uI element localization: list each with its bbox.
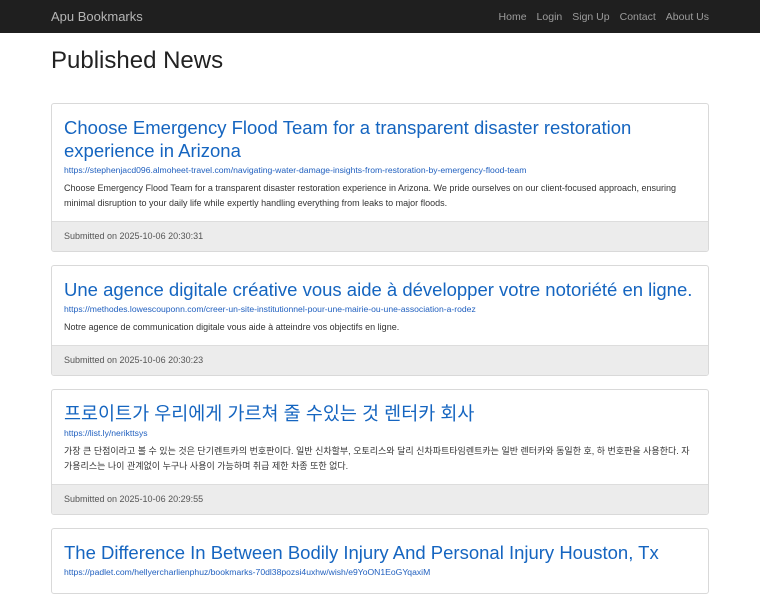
nav-signup-link[interactable]: Sign Up [572,11,609,23]
news-card: Une agence digitale créative vous aide à… [51,265,709,376]
brand-link[interactable]: Apu Bookmarks [51,9,143,24]
news-description: Notre agence de communication digitale v… [64,322,400,332]
news-card: The Difference In Between Bodily Injury … [51,528,709,594]
page-title: Published News [51,47,224,74]
card-body: Choose Emergency Flood Team for a transp… [52,104,708,221]
top-navbar: Apu Bookmarks Home Login Sign Up Contact… [0,0,760,33]
news-description: Choose Emergency Flood Team for a transp… [64,183,676,208]
news-url-link[interactable]: https://padlet.com/hellyercharlienphuz/b… [64,566,696,579]
news-card: 프로이트가 우리에게 가르쳐 줄 수있는 것 렌터카 회사 https://li… [51,389,709,515]
card-body: 프로이트가 우리에게 가르쳐 줄 수있는 것 렌터카 회사 https://li… [52,390,708,484]
news-url-link[interactable]: https://list.ly/neriktts​ys [64,427,696,440]
news-card: Choose Emergency Flood Team for a transp… [51,103,709,252]
submitted-timestamp: Submitted on 2025-10-06 20:30:31 [52,221,708,251]
nav-login-link[interactable]: Login [537,11,563,23]
submitted-timestamp: Submitted on 2025-10-06 20:30:23 [52,345,708,375]
news-title-link[interactable]: 프로이트가 우리에게 가르쳐 줄 수있는 것 렌터카 회사 [64,402,696,425]
news-title-link[interactable]: Choose Emergency Flood Team for a transp… [64,116,696,162]
nav-home-link[interactable]: Home [499,11,527,23]
news-title-link[interactable]: Une agence digitale créative vous aide à… [64,278,696,301]
news-title-link[interactable]: The Difference In Between Bodily Injury … [64,541,696,564]
news-url-link[interactable]: https://methodes.lowescouponn.com/creer-… [64,303,696,316]
card-body: The Difference In Between Bodily Injury … [52,529,708,593]
main-container: Published News Choose Emergency Flood Te… [0,47,760,594]
nav-links: Home Login Sign Up Contact About Us [499,11,709,23]
news-url-link[interactable]: https://stephenjacd096.almoheet-travel.c… [64,164,696,177]
news-description: 가장 큰 단점이라고 볼 수 있는 것은 단기렌트카의 번호판이다. 일반 신차… [64,446,690,471]
nav-contact-link[interactable]: Contact [620,11,656,23]
nav-about-link[interactable]: About Us [666,11,709,23]
submitted-timestamp: Submitted on 2025-10-06 20:29:55 [52,484,708,514]
card-body: Une agence digitale créative vous aide à… [52,266,708,345]
